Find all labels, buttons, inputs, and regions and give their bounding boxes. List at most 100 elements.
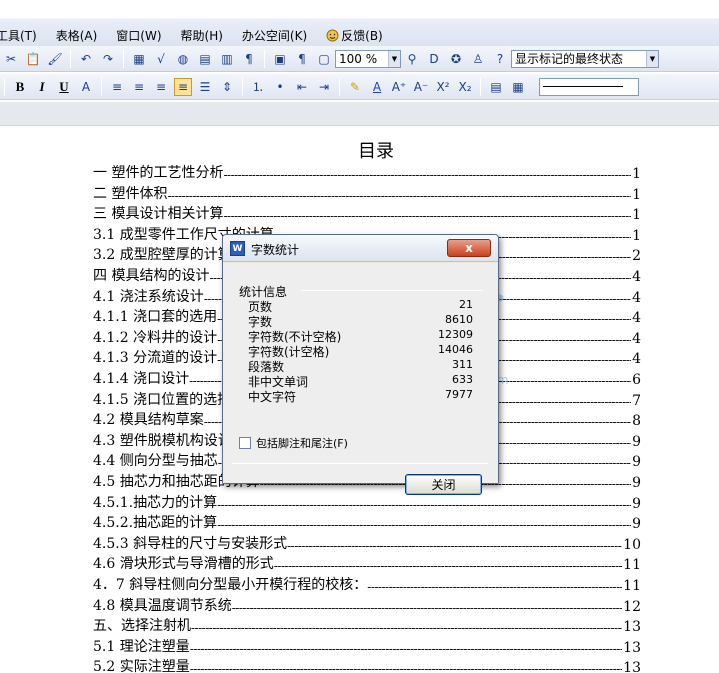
stat-value: 21	[459, 298, 473, 311]
ruler-area	[0, 102, 719, 126]
feedback-icon	[326, 29, 339, 41]
underline-button[interactable]: U	[55, 78, 73, 96]
globe-icon[interactable]: ◍	[174, 50, 192, 68]
help-icon[interactable]: ?	[491, 50, 509, 68]
bold-button[interactable]: B	[11, 78, 29, 96]
title-strip	[0, 0, 719, 18]
group-divider	[301, 290, 483, 291]
undo-icon[interactable]: ↶	[77, 50, 95, 68]
menu-feedback[interactable]: 反馈(B)	[326, 27, 383, 44]
table-icon[interactable]: ▤	[196, 50, 214, 68]
columns-icon[interactable]: ▥	[218, 50, 236, 68]
stat-paragraphs: 段落数 311	[248, 358, 473, 374]
distribute-icon[interactable]: ☰	[196, 78, 214, 96]
toc-entry-text: 4.3 塑件脱模机构设计	[93, 432, 232, 449]
binoculars-icon[interactable]: ⚲	[403, 50, 421, 68]
redo-icon[interactable]: ↷	[99, 50, 117, 68]
toolbar-separator	[70, 49, 71, 68]
toc-leader: ----------------------------------------…	[223, 209, 631, 224]
toc-page-number: 12	[623, 598, 641, 615]
grow-font-icon[interactable]: A⁺	[390, 78, 408, 96]
stat-chinese-chars: 中文字符 7977	[248, 388, 473, 404]
menu-office-space[interactable]: 办公空间(K)	[242, 27, 307, 44]
decrease-indent-icon[interactable]: ⇤	[293, 78, 311, 96]
reader-icon[interactable]: D	[425, 50, 443, 68]
align-right-icon[interactable]: ≡	[152, 78, 170, 96]
toc-entry[interactable]: 4.5.3 斜导柱的尺寸与安装形式 -----------------------…	[93, 534, 641, 553]
numbering-icon[interactable]: ⒈	[249, 78, 267, 96]
styles-icon[interactable]: ▤	[487, 78, 505, 96]
toc-leader: ----------------------------------------…	[167, 188, 632, 203]
chevron-down-icon[interactable]: ▼	[646, 50, 658, 67]
toolbar-separator	[101, 77, 102, 96]
toc-page-number: 4	[632, 310, 641, 327]
menu-table[interactable]: 表格(A)	[56, 27, 98, 44]
toc-entry[interactable]: 4.5.2.抽芯距的计算 ----------------------------…	[93, 513, 641, 532]
border-icon[interactable]: ▦	[509, 78, 527, 96]
line-spacing-icon[interactable]: ⇕	[218, 78, 236, 96]
dialog-title: 字数统计	[251, 243, 300, 257]
dialog-body: 统计信息 页数 21 字数 8610 字符数(不计空格) 12309 字符数(计…	[223, 263, 498, 495]
stat-pages: 页数 21	[248, 298, 473, 314]
star-icon[interactable]: ✪	[447, 50, 465, 68]
paste-icon[interactable]: 📋	[24, 50, 42, 68]
formula-icon[interactable]: √	[152, 50, 170, 68]
toc-entry[interactable]: 一 塑件的工艺性分析 ------------------------------…	[93, 163, 641, 182]
font-color-icon[interactable]: A	[368, 78, 386, 96]
markup-mode-value: 显示标记的最终状态	[515, 52, 624, 66]
align-left-icon[interactable]: ≡	[108, 78, 126, 96]
toc-page-number: 4	[632, 330, 641, 347]
toc-leader: ----------------------------------------…	[287, 538, 622, 553]
zoom-value: 100 %	[339, 51, 378, 66]
paragraph-marks-icon[interactable]: ¶	[240, 50, 258, 68]
font-effects-icon[interactable]: A	[77, 78, 95, 96]
toc-entry-text: 4.1.1 浇口套的选用	[93, 309, 218, 326]
menu-tools[interactable]: 工具(T)	[0, 27, 37, 44]
toc-entry-text: 4.5.1.抽芯力的计算	[93, 494, 218, 511]
toc-entry[interactable]: 5.1 理论注塑量 -------------------------------…	[93, 637, 641, 656]
toc-entry[interactable]: 三 模具设计相关计算 ------------------------------…	[93, 204, 641, 223]
shirt-icon[interactable]: ♙	[469, 50, 487, 68]
superscript-icon[interactable]: X²	[434, 78, 452, 96]
toc-entry[interactable]: 4.8 模具温度调节系统 ----------------------------…	[93, 596, 641, 615]
increase-indent-icon[interactable]: ⇥	[315, 78, 333, 96]
zoom-combo[interactable]: 100 % ▼	[335, 49, 401, 68]
toc-entry[interactable]: 4.6 滑块形式与导滑槽的形式 -------------------------…	[93, 554, 641, 573]
justify-icon[interactable]: ≡	[174, 77, 192, 96]
menu-window[interactable]: 窗口(W)	[116, 27, 161, 44]
show-marks-icon[interactable]: ¶	[293, 50, 311, 68]
close-icon[interactable]: x	[447, 239, 491, 257]
toc-entry[interactable]: 5.2 实际注塑量 -------------------------------…	[93, 657, 641, 673]
italic-button[interactable]: I	[33, 78, 51, 96]
toc-entry-text: 4.1.4 浇口设计	[93, 371, 190, 387]
markup-mode-combo[interactable]: 显示标记的最终状态 ▼	[511, 49, 659, 68]
include-footnotes-option[interactable]: 包括脚注和尾注(F)	[239, 435, 348, 451]
insert-table-icon[interactable]: ▦	[130, 50, 148, 68]
dialog-divider	[232, 463, 488, 464]
include-footnotes-checkbox[interactable]	[239, 437, 251, 449]
shrink-font-icon[interactable]: A⁻	[412, 78, 430, 96]
dialog-titlebar[interactable]: W 字数统计 x	[223, 235, 498, 262]
toc-entry[interactable]: 4.5.1.抽芯力的计算 ----------------------------…	[93, 493, 641, 512]
subscript-icon[interactable]: X₂	[456, 78, 474, 96]
chevron-down-icon[interactable]: ▼	[388, 50, 400, 67]
research-icon[interactable]: ✂	[2, 50, 20, 68]
highlight-icon[interactable]: ✎	[346, 78, 364, 96]
document-map-icon[interactable]: ▣	[271, 50, 289, 68]
stat-label: 中文字符	[248, 390, 297, 404]
include-footnotes-label: 包括脚注和尾注(F)	[256, 437, 348, 450]
format-painter-icon[interactable]: 🖌	[46, 50, 64, 68]
stat-value: 633	[452, 373, 473, 386]
border-line-sample	[543, 86, 623, 87]
stat-value: 7977	[445, 388, 473, 401]
align-center-icon[interactable]: ≡	[130, 78, 148, 96]
menu-help[interactable]: 帮助(H)	[181, 27, 223, 44]
bullets-icon[interactable]: •	[271, 78, 289, 96]
toc-entry[interactable]: 五、选择注射机 ---------------------------------…	[93, 616, 641, 635]
page-icon[interactable]: ▢	[315, 50, 333, 68]
border-style-combo[interactable]	[539, 77, 639, 96]
close-button[interactable]: 关闭	[405, 474, 482, 495]
toc-entry[interactable]: 二 塑件体积 ----------------------------------…	[93, 184, 641, 203]
toc-entry-text: 二 塑件体积	[93, 185, 168, 202]
toc-entry[interactable]: 4．7 斜导柱侧向分型最小开模行程的校核： -------------------…	[93, 575, 641, 594]
